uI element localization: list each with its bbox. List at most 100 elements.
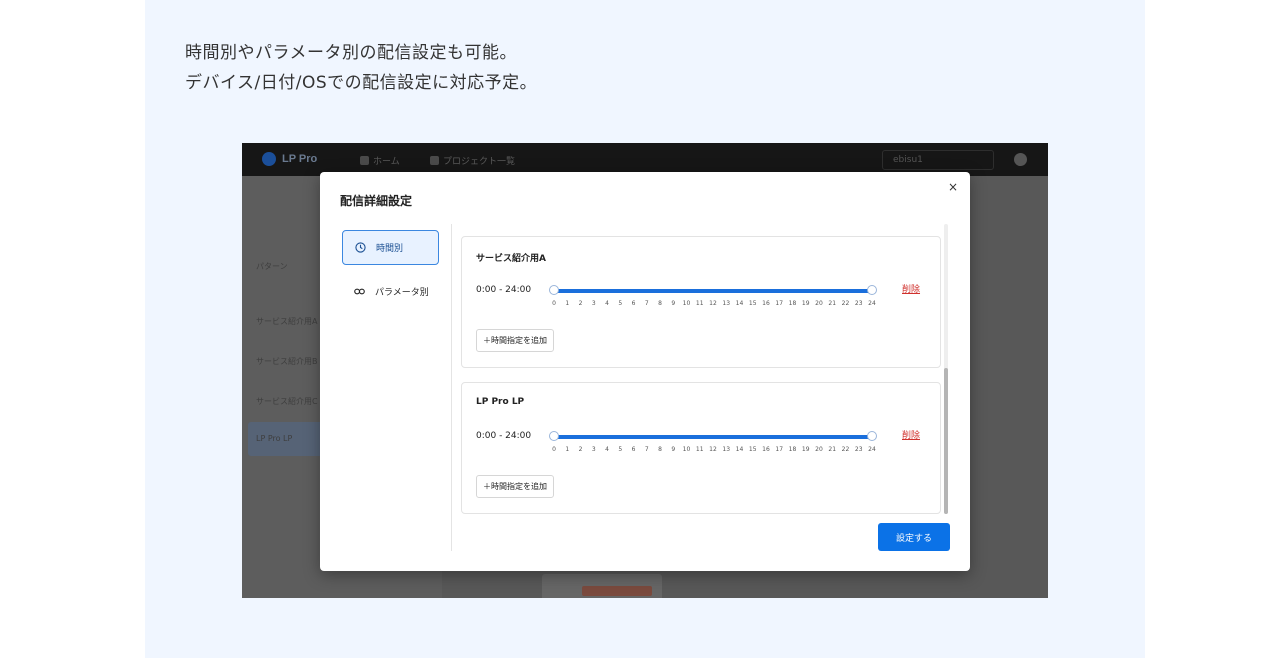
logo-icon bbox=[262, 152, 276, 166]
hour-tick-label: 0 bbox=[552, 300, 556, 307]
hour-tick-label: 22 bbox=[841, 300, 850, 307]
caption-line-1: 時間別やパラメータ別の配信設定も可能。 bbox=[185, 43, 517, 63]
hour-tick-label: 10 bbox=[682, 446, 691, 453]
hour-tick-label: 15 bbox=[748, 446, 757, 453]
nav-item-time-label: 時間別 bbox=[376, 244, 404, 254]
hour-tick-label: 13 bbox=[722, 300, 731, 307]
topnav-home-label: ホーム bbox=[373, 157, 400, 167]
slider-start-handle[interactable] bbox=[549, 285, 559, 295]
hour-tick-label: 0 bbox=[552, 446, 556, 453]
folder-icon bbox=[430, 156, 439, 165]
delete-link[interactable]: 削除 bbox=[902, 428, 920, 441]
hour-tick-label: 8 bbox=[658, 446, 662, 453]
hour-tick-label: 5 bbox=[618, 446, 623, 453]
hour-tick-label: 4 bbox=[605, 446, 609, 453]
background-highlight bbox=[582, 586, 652, 596]
delete-link[interactable]: 削除 bbox=[902, 282, 920, 295]
topnav-home[interactable]: ホーム bbox=[360, 154, 400, 167]
slider-start-handle[interactable] bbox=[549, 431, 559, 441]
hour-tick-label: 18 bbox=[788, 300, 797, 307]
hour-tick-label: 2 bbox=[578, 300, 583, 307]
hour-tick-label: 19 bbox=[801, 446, 810, 453]
add-time-range-button[interactable]: ＋時間指定を追加 bbox=[476, 329, 554, 352]
hour-tick-label: 8 bbox=[658, 300, 662, 307]
home-icon bbox=[360, 156, 369, 165]
time-range-slider[interactable] bbox=[549, 285, 877, 295]
hour-tick-label: 24 bbox=[868, 300, 876, 307]
hour-tick-label: 16 bbox=[762, 446, 770, 453]
hour-tick-label: 3 bbox=[591, 300, 596, 307]
hour-tick-label: 16 bbox=[762, 300, 770, 307]
hour-tick-label: 21 bbox=[828, 300, 837, 307]
hour-tick-label: 4 bbox=[605, 300, 609, 307]
hour-tick-label: 7 bbox=[644, 300, 649, 307]
hour-tick-label: 1 bbox=[565, 446, 570, 453]
modal-divider bbox=[451, 224, 452, 551]
time-range-label: 0:00 - 24:00 bbox=[476, 285, 532, 295]
nav-item-time[interactable]: 時間別 bbox=[342, 230, 439, 265]
hour-tick-label: 14 bbox=[735, 446, 744, 453]
app-logo[interactable]: LP Pro bbox=[262, 152, 317, 166]
account-select[interactable]: ebisu1 bbox=[882, 150, 994, 170]
link-icon bbox=[354, 288, 365, 295]
time-setting-card: LP Pro LP 0:00 - 24:00 0 1 2 3 4 5 6 7 8 9 10 11 12 1… bbox=[461, 382, 941, 514]
add-time-range-button[interactable]: ＋時間指定を追加 bbox=[476, 475, 554, 498]
hour-tick-label: 9 bbox=[671, 446, 676, 453]
nav-item-parameter-label: パラメータ別 bbox=[375, 288, 429, 298]
background-row: サービス紹介用B bbox=[256, 357, 318, 366]
hour-tick-label: 12 bbox=[709, 300, 717, 307]
hour-tick-label: 19 bbox=[801, 300, 810, 307]
slider-end-handle[interactable] bbox=[867, 285, 877, 295]
hour-tick-label: 6 bbox=[631, 300, 636, 307]
time-settings-list: サービス紹介用A 0:00 - 24:00 0 1 2 3 4 5 6 7 8 9 10 11 12 13… bbox=[461, 224, 951, 519]
delivery-settings-modal: 配信詳細設定 × 時間別 パラメータ別 サービス紹介用A 0:00 - 24:0… bbox=[320, 172, 970, 571]
hour-tick-label: 20 bbox=[815, 446, 823, 453]
background-row: サービス紹介用C bbox=[256, 397, 318, 406]
hour-tick-label: 15 bbox=[748, 300, 757, 307]
slider-end-handle[interactable] bbox=[867, 431, 877, 441]
hour-tick-label: 23 bbox=[854, 300, 863, 307]
hour-tick-label: 11 bbox=[695, 300, 704, 307]
hour-ticks: 0 1 2 3 4 5 6 7 8 9 10 11 12 13 14 15 16 17 18 19 20 21 22 23 24 bbox=[552, 446, 876, 456]
hour-tick-label: 22 bbox=[841, 446, 850, 453]
caption-line-2: デバイス/日付/OSでの配信設定に対応予定。 bbox=[185, 73, 538, 93]
hour-tick-label: 10 bbox=[682, 300, 691, 307]
hour-tick-label: 14 bbox=[735, 300, 744, 307]
apply-settings-button[interactable]: 設定する bbox=[878, 523, 950, 551]
close-icon[interactable]: × bbox=[948, 180, 958, 194]
time-range-label: 0:00 - 24:00 bbox=[476, 431, 532, 441]
clock-icon bbox=[355, 242, 366, 253]
hour-tick-label: 24 bbox=[868, 446, 876, 453]
feature-caption: 時間別やパラメータ別の配信設定も可能。 デバイス/日付/OSでの配信設定に対応予… bbox=[185, 38, 537, 98]
time-range-slider[interactable] bbox=[549, 431, 877, 441]
topnav-projects[interactable]: プロジェクト一覧 bbox=[430, 154, 515, 167]
hour-tick-label: 2 bbox=[578, 446, 583, 453]
hour-tick-label: 18 bbox=[788, 446, 797, 453]
topnav-projects-label: プロジェクト一覧 bbox=[443, 157, 516, 167]
hour-tick-label: 23 bbox=[854, 446, 863, 453]
intro-panel: 時間別やパラメータ別の配信設定も可能。 デバイス/日付/OSでの配信設定に対応予… bbox=[145, 0, 1145, 658]
nav-item-parameter[interactable]: パラメータ別 bbox=[342, 274, 439, 309]
app-screenshot: LP Pro ホーム プロジェクト一覧 ebisu1 パターン サービス紹介用A… bbox=[242, 143, 1048, 598]
hour-tick-label: 6 bbox=[631, 446, 636, 453]
hour-tick-label: 17 bbox=[775, 446, 784, 453]
hour-tick-label: 17 bbox=[775, 300, 784, 307]
hour-tick-label: 1 bbox=[565, 300, 570, 307]
hour-tick-label: 11 bbox=[695, 446, 704, 453]
hour-tick-label: 13 bbox=[722, 446, 731, 453]
background-row: サービス紹介用A bbox=[256, 317, 318, 326]
settings-gear-icon[interactable] bbox=[1014, 153, 1027, 166]
scrollbar-thumb[interactable] bbox=[944, 368, 948, 514]
account-select-value: ebisu1 bbox=[893, 155, 923, 165]
hour-tick-label: 9 bbox=[671, 300, 676, 307]
scrollbar[interactable] bbox=[944, 224, 948, 514]
hour-tick-label: 12 bbox=[709, 446, 717, 453]
hour-tick-label: 20 bbox=[815, 300, 823, 307]
hour-tick-label: 3 bbox=[591, 446, 596, 453]
card-title: LP Pro LP bbox=[476, 397, 525, 407]
background-label: パターン bbox=[256, 262, 288, 271]
logo-text: LP Pro bbox=[282, 153, 318, 165]
modal-title: 配信詳細設定 bbox=[340, 194, 413, 208]
background-row: LP Pro LP bbox=[256, 434, 293, 443]
hour-ticks: 0 1 2 3 4 5 6 7 8 9 10 11 12 13 14 15 16 17 18 19 20 21 22 23 24 bbox=[552, 300, 876, 310]
